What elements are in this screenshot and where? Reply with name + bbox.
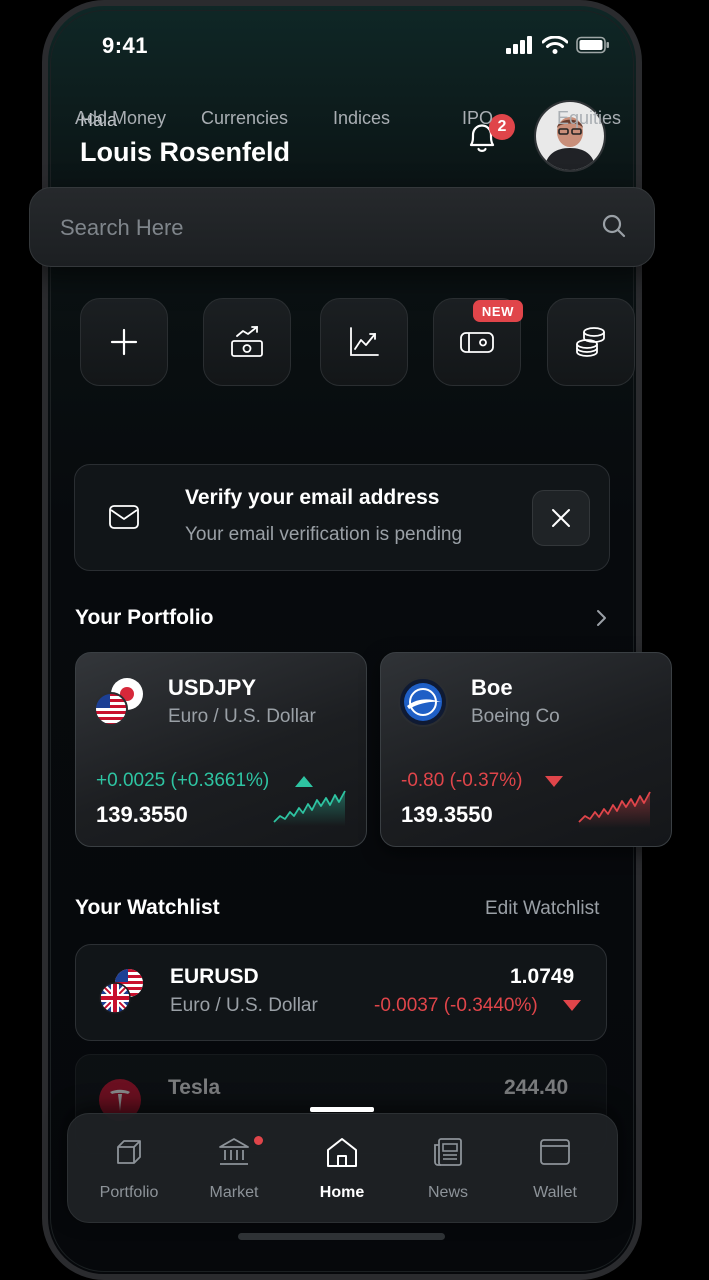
sparkline-up <box>273 790 346 826</box>
quick-action-indices[interactable] <box>320 298 410 386</box>
mail-icon <box>109 505 139 529</box>
portfolio-icon <box>117 1140 141 1164</box>
search-input[interactable] <box>60 212 580 244</box>
home-indicator <box>238 1233 445 1240</box>
quick-action-add-money[interactable] <box>80 298 170 386</box>
edit-watchlist-link[interactable]: Edit Watchlist <box>485 898 599 920</box>
battery-icon <box>576 36 609 54</box>
eur-usd-flags-icon <box>99 969 143 1014</box>
quick-action-label: IPO <box>462 108 494 128</box>
bank-icon <box>219 1138 249 1165</box>
signal-icon <box>506 36 532 54</box>
money-trend-icon <box>231 326 263 357</box>
dismiss-verify-button[interactable] <box>532 490 590 546</box>
new-badge: NEW <box>473 300 523 322</box>
portfolio-symbol: USDJPY <box>168 675 257 700</box>
user-name: Louis Rosenfeld <box>80 137 291 167</box>
portfolio-change: -0.80 (-0.37%) <box>401 770 523 791</box>
portfolio-title: Your Portfolio <box>75 606 214 629</box>
portfolio-name: Boeing Co <box>471 706 560 727</box>
watchlist-symbol: EURUSD <box>170 965 259 988</box>
portfolio-price: 139.3550 <box>401 802 493 827</box>
trend-down-icon <box>563 1000 581 1011</box>
watchlist-change: -0.0037 (-0.3440%) <box>374 995 538 1016</box>
status-time: 9:41 <box>102 33 149 58</box>
quick-action-currencies-tile[interactable] <box>203 298 291 386</box>
active-tab-indicator <box>310 1107 374 1112</box>
watchlist-name: Euro / U.S. Dollar <box>170 995 318 1016</box>
tab-label: News <box>427 1184 468 1201</box>
search-icon[interactable] <box>600 212 628 240</box>
sparkline-down <box>578 791 651 828</box>
quick-action-add-money-tile[interactable] <box>80 298 168 386</box>
portfolio-change: +0.0025 (+0.3661%) <box>96 770 270 791</box>
market-notification-dot <box>254 1136 263 1145</box>
quick-action-equities-tile[interactable] <box>547 298 635 386</box>
chevron-right-icon[interactable] <box>594 608 608 628</box>
boeing-logo-icon <box>398 677 448 727</box>
ipo-icon <box>460 332 494 353</box>
tab-label: Market <box>209 1184 259 1201</box>
tab-label: Home <box>319 1184 365 1201</box>
quick-action-label: Add Money <box>75 108 167 128</box>
watchlist-title: Your Watchlist <box>75 896 220 919</box>
quick-action-label: Indices <box>333 108 391 128</box>
watchlist-item-eurusd[interactable] <box>75 944 607 1041</box>
portfolio-price: 139.3550 <box>96 802 188 827</box>
quick-action-indices-tile[interactable] <box>320 298 408 386</box>
trend-down-icon <box>545 776 563 787</box>
newspaper-icon <box>434 1138 462 1166</box>
coins-stack-icon <box>576 327 605 357</box>
quick-action-equities[interactable] <box>547 298 637 386</box>
status-icons <box>506 36 610 54</box>
tab-label: Wallet <box>533 1184 577 1201</box>
portfolio-symbol: Boe <box>471 675 513 700</box>
portfolio-name: Euro / U.S. Dollar <box>168 706 316 727</box>
tab-news[interactable]: News <box>398 1135 498 1202</box>
tab-home[interactable]: Home <box>292 1135 392 1202</box>
quick-action-label: Equities <box>557 108 622 128</box>
home-icon <box>327 1138 357 1167</box>
plus-icon <box>110 328 138 356</box>
watchlist-price: 1.0749 <box>510 965 575 988</box>
wallet-icon <box>540 1139 570 1165</box>
tab-wallet[interactable]: Wallet <box>505 1135 605 1202</box>
quick-action-label: Currencies <box>201 108 289 128</box>
usd-jpy-flags-icon <box>94 678 143 726</box>
tab-label: Portfolio <box>99 1184 159 1201</box>
close-icon <box>552 509 570 527</box>
verify-email-card[interactable] <box>74 464 610 571</box>
watchlist-price: 244.40 <box>504 1076 569 1099</box>
verify-email-title: Verify your email address <box>185 486 440 509</box>
tab-portfolio[interactable]: Portfolio <box>79 1135 179 1202</box>
verify-email-subtitle: Your email verification is pending <box>185 524 463 545</box>
line-chart-icon <box>350 327 379 356</box>
tab-market[interactable]: Market <box>184 1135 284 1202</box>
watchlist-symbol: Tesla <box>168 1076 221 1099</box>
search-bar[interactable] <box>29 187 655 267</box>
wifi-icon <box>542 36 568 54</box>
quick-action-currencies[interactable] <box>203 298 293 386</box>
